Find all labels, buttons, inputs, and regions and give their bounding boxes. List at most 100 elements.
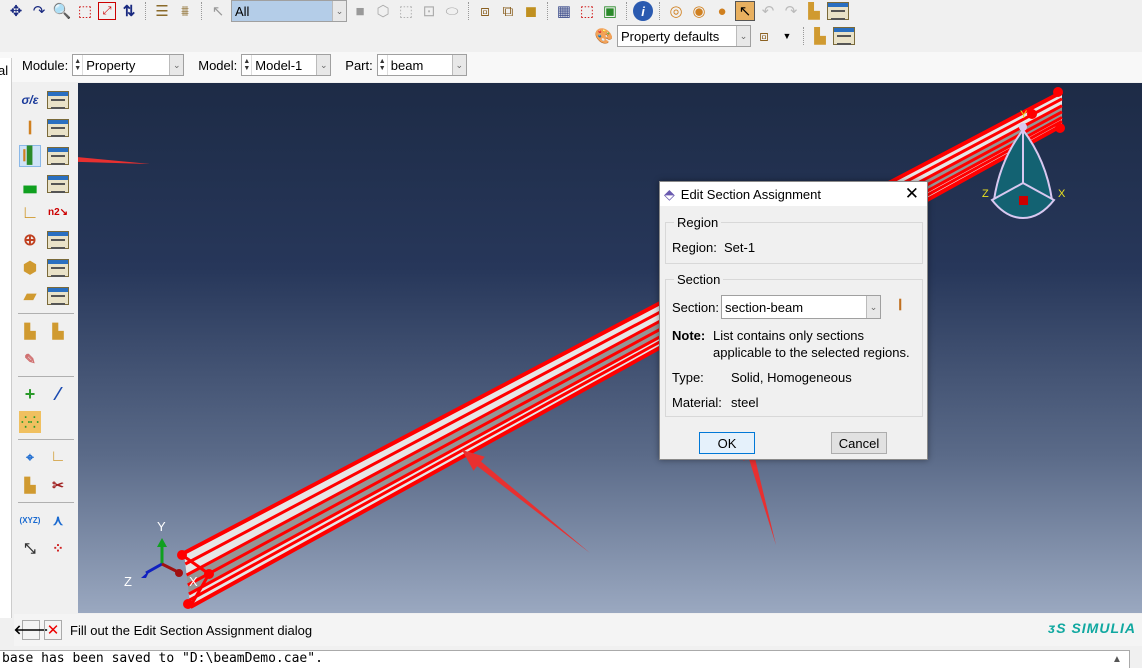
beam-edge: [188, 119, 1063, 602]
datum-plane-icon[interactable]: ⁘: [47, 537, 69, 559]
datum-axis-icon[interactable]: ⋏: [47, 509, 69, 531]
query-info-icon[interactable]: i: [633, 1, 653, 21]
mesh-cube-icon[interactable]: ▦: [554, 1, 574, 21]
part-select[interactable]: ▲ ▼ beam ⌄: [376, 54, 467, 76]
beam-geometry[interactable]: [177, 87, 1065, 609]
select-cursor-icon[interactable]: ↖: [208, 1, 228, 21]
dialog-titlebar[interactable]: ⬘ Edit Section Assignment ✕: [660, 182, 927, 206]
cancel-procedure-icon[interactable]: ✕: [44, 620, 62, 640]
model-select[interactable]: ▲ ▼ Model-1 ⌄: [241, 54, 332, 76]
mesh-boundary-icon[interactable]: ⬚: [577, 1, 597, 21]
create-stringer-icon[interactable]: ▰: [19, 285, 41, 307]
mesh-shaded-icon[interactable]: ▣: [600, 1, 620, 21]
beam-edge: [187, 110, 1063, 587]
cycle-views-icon[interactable]: ⇅: [119, 1, 139, 21]
partition-edge-icon[interactable]: ∟: [47, 446, 69, 468]
beam-vertex: [1053, 87, 1063, 97]
beam-edge: [183, 90, 1063, 555]
boolean-union-icon[interactable]: ◎: [666, 1, 686, 21]
hidden-line-icon[interactable]: ⧉: [498, 1, 518, 21]
back-arrow-icon[interactable]: 🡐: [14, 620, 48, 640]
cancel-button[interactable]: Cancel: [831, 432, 887, 454]
special-inertia-icon[interactable]: ▙: [19, 320, 41, 342]
auto-fit-icon[interactable]: ⤢: [98, 2, 116, 20]
chevron-down-icon: ⌄: [866, 296, 880, 318]
profile-manager-icon[interactable]: [47, 175, 69, 193]
render-style-select[interactable]: Property defaults ⌄: [617, 25, 751, 47]
create-grid-icon[interactable]: ⁛⁛: [19, 411, 41, 433]
close-icon[interactable]: ✕: [905, 184, 919, 204]
palette-icon[interactable]: 🎨: [594, 26, 614, 46]
simulia-logo: ᴣS SIMULIA: [1047, 620, 1136, 636]
select-3d-icon[interactable]: ⬡: [373, 1, 393, 21]
create-composite-icon[interactable]: ⊕: [19, 229, 41, 251]
beam-edge: [189, 123, 1063, 609]
create-profile-icon[interactable]: ▃: [19, 173, 41, 195]
assign-beam-orientation-icon[interactable]: n2↘: [47, 201, 69, 223]
manager-icon[interactable]: [827, 2, 849, 20]
model-tree-panel[interactable]: al: [0, 58, 12, 618]
chevron-down-icon: ⌄: [316, 55, 331, 75]
ok-button[interactable]: OK: [699, 432, 755, 454]
stringer-manager-icon[interactable]: [47, 287, 69, 305]
pick-icon[interactable]: ↖: [735, 1, 755, 21]
partition-cell-icon[interactable]: ▙: [19, 474, 41, 496]
perspective-on-icon[interactable]: ⩩: [175, 1, 195, 21]
spinner-icon[interactable]: ▲ ▼: [378, 55, 388, 75]
module-select[interactable]: ▲ ▼ Property ⌄: [72, 54, 185, 76]
select-drag-icon[interactable]: ⬭: [442, 1, 462, 21]
rotate-icon[interactable]: ↷: [29, 1, 49, 21]
datum-csys-icon[interactable]: ⤡: [19, 537, 41, 559]
cut-icon[interactable]: ✂: [47, 474, 69, 496]
selection-option-icon[interactable]: ■: [350, 1, 370, 21]
redo-icon[interactable]: ↷: [781, 1, 801, 21]
datum-point-icon[interactable]: (XYZ): [19, 509, 41, 531]
beam-vertex: [183, 599, 193, 609]
query-pick-icon[interactable]: ⌖: [19, 446, 41, 468]
create-point-icon[interactable]: +: [19, 383, 41, 405]
region-group: Region Region: Set-1: [665, 215, 923, 264]
shaded-icon[interactable]: ◼: [521, 1, 541, 21]
composite-manager-icon[interactable]: [47, 231, 69, 249]
part-instance-icon[interactable]: ▙: [804, 1, 824, 21]
create-section-icon[interactable]: Ⅰ: [19, 117, 41, 139]
skin-manager-icon[interactable]: [47, 259, 69, 277]
spinner-icon[interactable]: ▲ ▼: [73, 55, 84, 75]
eraser-icon[interactable]: ✎: [19, 348, 41, 370]
select-box-icon[interactable]: ⬚: [396, 1, 416, 21]
boolean-intersect-icon[interactable]: ◉: [689, 1, 709, 21]
zoom-icon[interactable]: 🔍: [52, 1, 72, 21]
assign-section-icon[interactable]: Ⅰ ▌: [19, 145, 41, 167]
beam-vertex: [177, 550, 187, 560]
beam-part-view[interactable]: Y Z X Y Z X: [78, 83, 1142, 613]
create-axis-icon[interactable]: ⁄: [47, 383, 69, 405]
sphere-icon[interactable]: ●: [712, 1, 732, 21]
perspective-off-icon[interactable]: ☰: [152, 1, 172, 21]
undo-icon[interactable]: ↶: [758, 1, 778, 21]
box-zoom-icon[interactable]: ⬚: [75, 1, 95, 21]
select-interior-icon[interactable]: ⊡: [419, 1, 439, 21]
create-skin-icon[interactable]: ⬢: [19, 257, 41, 279]
display-body-icon[interactable]: ⧈: [754, 26, 774, 46]
assign-orientation-icon[interactable]: ∟: [19, 201, 41, 223]
spinner-icon[interactable]: ▲ ▼: [242, 55, 253, 75]
section-assignment-manager-icon[interactable]: [47, 147, 69, 165]
render-toolbar: 🎨 Property defaults ⌄ ⧈ ▼ ▙: [594, 24, 855, 48]
material-manager-icon[interactable]: [47, 91, 69, 109]
wireframe-icon[interactable]: ⧈: [475, 1, 495, 21]
scroll-up-icon[interactable]: ▲: [1112, 654, 1122, 665]
model-label: Model:: [198, 57, 238, 73]
create-section-icon[interactable]: Ⅰ: [898, 296, 902, 314]
pan-icon[interactable]: ✥: [6, 1, 26, 21]
section-select[interactable]: section-beam ⌄: [721, 295, 881, 319]
selection-filter-select[interactable]: All ⌄: [231, 0, 347, 22]
triad-y-label: Y: [157, 519, 166, 534]
message-area[interactable]: base has been saved to "D:\beamDemo.cae"…: [0, 650, 1130, 668]
create-material-icon[interactable]: σ/ε: [19, 89, 41, 111]
caret-down-icon[interactable]: ▼: [777, 26, 797, 46]
section-manager-icon[interactable]: [47, 119, 69, 137]
viewport[interactable]: Y Z X Y Z X: [78, 83, 1142, 613]
manager-icon[interactable]: [833, 27, 855, 45]
partition-icon[interactable]: ▙: [810, 26, 830, 46]
special-spring-icon[interactable]: ▙: [47, 320, 69, 342]
